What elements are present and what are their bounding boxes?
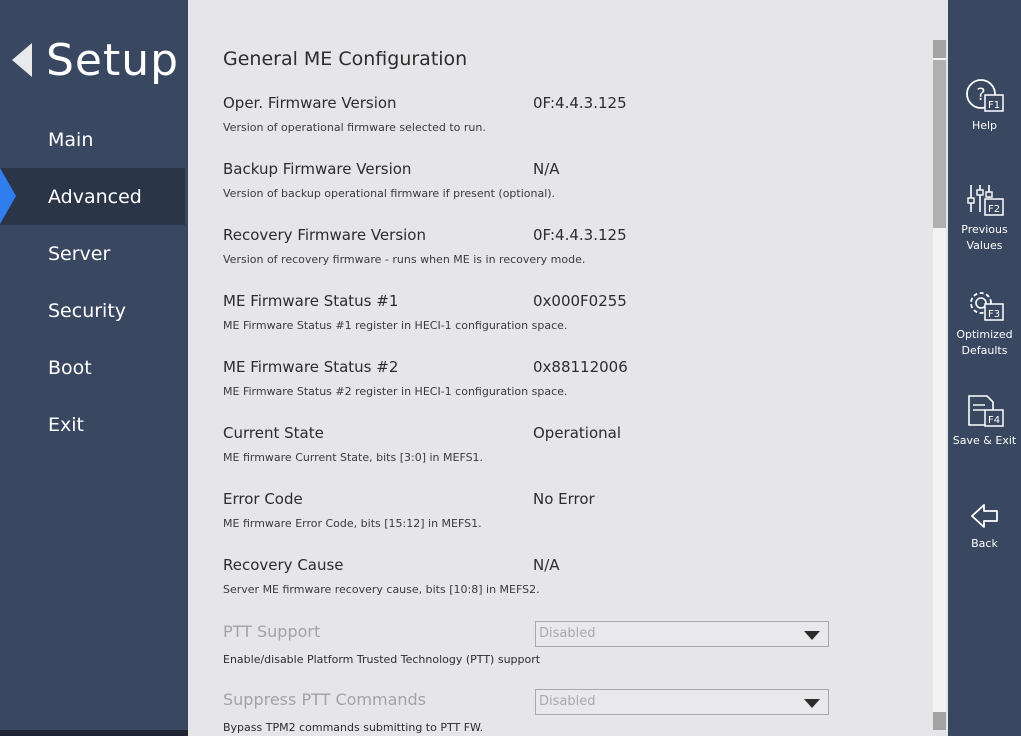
setting-value: Operational — [533, 424, 622, 442]
setting-label: Suppress PTT Commands — [223, 690, 427, 709]
setting-description: Server ME firmware recovery cause, bits … — [223, 583, 540, 596]
setting-description: Enable/disable Platform Trusted Technolo… — [223, 653, 541, 666]
nav-item-main[interactable]: Main — [0, 111, 188, 168]
active-indicator-icon — [0, 168, 16, 224]
setting-value: N/A — [533, 160, 560, 178]
page-title: General ME Configuration — [223, 48, 468, 70]
back-arrow-icon — [970, 504, 998, 528]
sidebar-bottom-strip — [0, 730, 188, 736]
nav-item-label: Server — [48, 242, 111, 265]
setting-label: Recovery Cause — [223, 556, 344, 574]
scroll-thumb[interactable] — [933, 60, 946, 228]
optimized-defaults-button[interactable]: F3 Optimized Defaults — [948, 287, 1021, 359]
nav-item-label: Exit — [48, 413, 84, 436]
previous-label-1: Previous — [961, 223, 1008, 236]
nav-item-advanced[interactable]: Advanced — [0, 168, 185, 225]
setup-title: Setup — [46, 34, 180, 86]
setting-value: N/A — [533, 556, 560, 574]
optimized-key: F3 — [987, 309, 999, 320]
setting-description: ME firmware Error Code, bits [15:12] in … — [223, 517, 482, 530]
setting-description: ME Firmware Status #1 register in HECI-1… — [223, 319, 568, 332]
scroll-down-button[interactable] — [933, 712, 946, 730]
help-button[interactable]: ? F1 Help — [948, 78, 1021, 134]
save-key: F4 — [987, 415, 999, 426]
setting-description: ME firmware Current State, bits [3:0] in… — [223, 451, 484, 464]
setting-value: 0F:4.4.3.125 — [533, 94, 627, 112]
setting-description: ME Firmware Status #2 register in HECI-1… — [223, 385, 568, 398]
vertical-scrollbar[interactable] — [933, 40, 946, 730]
help-label: Help — [971, 119, 998, 132]
setting-description: Version of operational firmware selected… — [223, 121, 486, 134]
setting-label: ME Firmware Status #2 — [223, 358, 399, 376]
nav-item-boot[interactable]: Boot — [0, 339, 188, 396]
optimized-label-2: Defaults — [961, 344, 1008, 357]
ptt-support-select[interactable]: Disabled — [535, 621, 829, 647]
setting-value: No Error — [533, 490, 595, 508]
previous-label-2: Values — [966, 239, 1003, 252]
setting-value: 0F:4.4.3.125 — [533, 226, 627, 244]
select-value: Disabled — [539, 626, 596, 641]
scroll-up-button[interactable] — [933, 40, 946, 58]
dropdown-arrow-icon — [804, 699, 820, 708]
back-button[interactable]: Back — [948, 500, 1021, 552]
help-key: F1 — [987, 100, 999, 111]
nav-item-security[interactable]: Security — [0, 282, 188, 339]
gear-icon: F3 — [969, 292, 1004, 321]
setting-description: Version of recovery firmware - runs when… — [223, 253, 586, 266]
previous-key: F2 — [987, 204, 999, 215]
nav-item-server[interactable]: Server — [0, 225, 188, 282]
content-panel: General ME Configuration Oper. Firmware … — [188, 0, 948, 736]
setting-label: PTT Support — [223, 622, 321, 641]
sliders-icon: F2 — [966, 185, 1004, 216]
main-nav: Main Advanced Server Security Boot Exit — [0, 111, 188, 453]
svg-text:?: ? — [976, 85, 985, 105]
setting-label: Error Code — [223, 490, 303, 508]
previous-values-button[interactable]: F2 Previous Values — [948, 182, 1021, 254]
setting-label: Current State — [223, 424, 324, 442]
nav-item-exit[interactable]: Exit — [0, 396, 188, 453]
select-value: Disabled — [539, 694, 596, 709]
setting-label: Recovery Firmware Version — [223, 226, 426, 244]
nav-item-label: Main — [48, 128, 94, 151]
back-arrow-icon[interactable] — [12, 43, 32, 77]
save-exit-button[interactable]: F4 Save & Exit — [948, 393, 1021, 449]
setting-label: ME Firmware Status #1 — [223, 292, 399, 310]
action-bar: ? F1 Help F2 Previous Values F3 Optimize… — [948, 0, 1021, 736]
setting-label: Backup Firmware Version — [223, 160, 412, 178]
dropdown-arrow-icon — [804, 631, 820, 640]
setting-value: 0x000F0255 — [533, 292, 627, 310]
save-exit-label: Save & Exit — [952, 434, 1017, 447]
setup-header[interactable]: Setup — [12, 30, 179, 90]
back-label: Back — [971, 537, 998, 550]
nav-item-label: Boot — [48, 356, 92, 379]
setting-value: 0x88112006 — [533, 358, 628, 376]
help-icon: ? F1 — [965, 79, 1004, 112]
save-document-icon: F4 — [967, 395, 1004, 427]
setting-description: Bypass TPM2 commands submitting to PTT F… — [223, 721, 484, 734]
nav-item-label: Security — [48, 299, 127, 322]
suppress-ptt-select[interactable]: Disabled — [535, 689, 829, 715]
setting-description: Version of backup operational firmware i… — [223, 187, 556, 200]
nav-item-label: Advanced — [48, 185, 142, 208]
optimized-label-1: Optimized — [956, 328, 1013, 341]
left-sidebar: Setup Main Advanced Server Security Boot… — [0, 0, 188, 736]
setting-label: Oper. Firmware Version — [223, 94, 397, 112]
